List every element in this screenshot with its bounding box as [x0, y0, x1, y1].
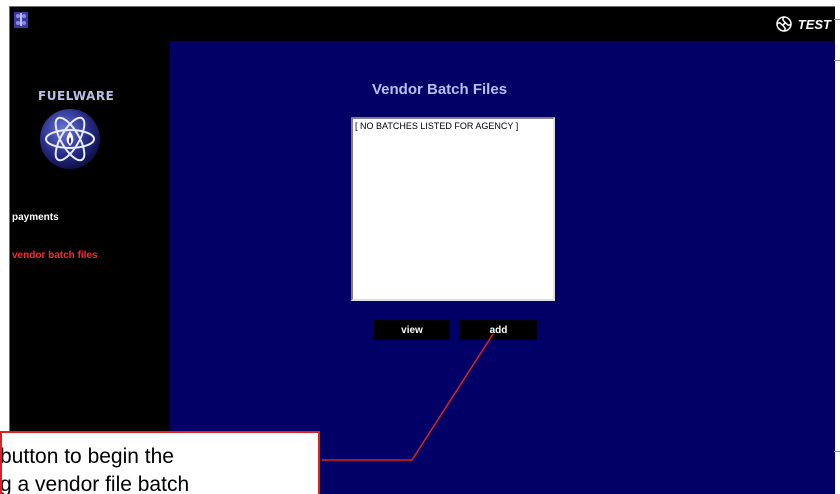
callout-text: button to begin the g a vendor file batc…: [0, 443, 318, 494]
page-edge-mark: [834, 19, 840, 20]
page-edge-mark: [834, 451, 840, 452]
page-title: Vendor Batch Files: [372, 81, 508, 98]
page-edge-mark: [834, 60, 840, 61]
callout-line-2: g a vendor file batch: [0, 473, 190, 494]
atom-logo-icon: [40, 109, 100, 169]
screenshot-stage: TEST FUELWARE payments vendor batch file…: [0, 0, 840, 494]
annotation-callout: button to begin the g a vendor file batc…: [0, 431, 320, 494]
environment-badge: TEST: [776, 16, 831, 32]
callout-line-1: button to begin the: [0, 445, 174, 468]
test-label: TEST: [797, 16, 831, 32]
brand-name: FUELWARE: [38, 89, 115, 103]
top-bar: TEST: [10, 7, 835, 41]
view-button[interactable]: view: [374, 320, 450, 340]
batch-list-box[interactable]: [ NO BATCHES LISTED FOR AGENCY ]: [351, 117, 555, 301]
app-window: TEST FUELWARE payments vendor batch file…: [9, 6, 835, 494]
app-logo-icon: [14, 12, 28, 28]
swirl-logo-icon: [776, 16, 792, 32]
sidebar-item-payments[interactable]: payments: [12, 212, 59, 223]
batch-list-empty-message: [ NO BATCHES LISTED FOR AGENCY ]: [355, 121, 519, 131]
sidebar-item-vendor-batch-files[interactable]: vendor batch files: [12, 250, 98, 261]
sidebar: FUELWARE payments vendor batch files: [10, 41, 170, 494]
add-button[interactable]: add: [460, 320, 537, 340]
